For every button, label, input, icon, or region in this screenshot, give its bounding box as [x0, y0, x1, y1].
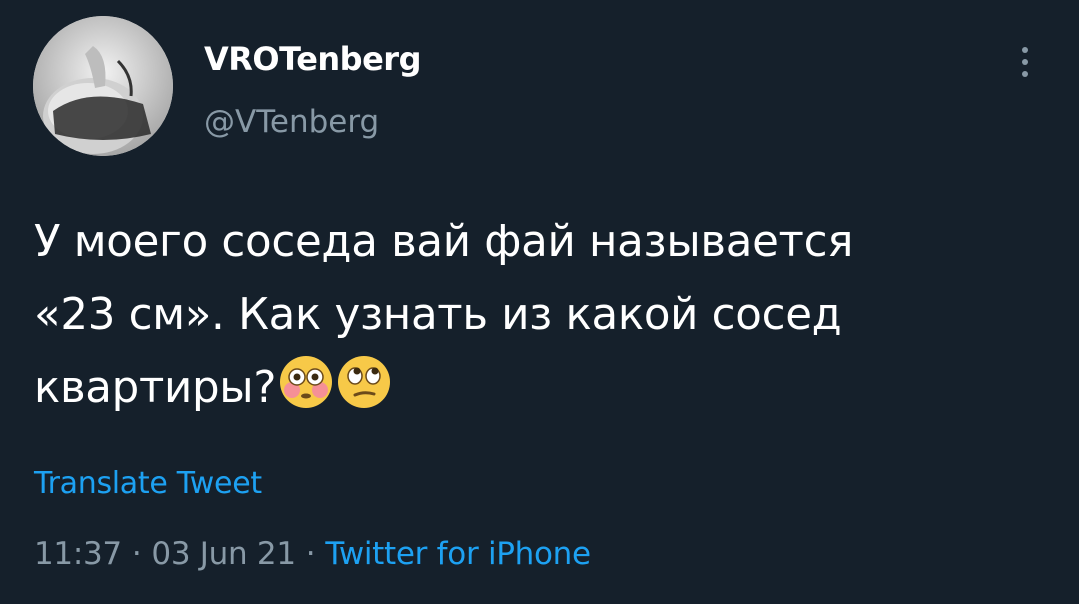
more-dot-icon [1022, 47, 1028, 53]
tweet-text: У моего соседа вай фай называется «23 см… [34, 206, 1044, 425]
tweet-text-line: У моего соседа вай фай называется [34, 217, 854, 267]
face-with-rolling-eyes-emoji-icon [336, 354, 392, 410]
more-dot-icon [1022, 59, 1028, 65]
more-options-button[interactable] [1010, 42, 1040, 82]
more-dot-icon [1022, 71, 1028, 77]
tweet-text-segment: квартиры? [34, 363, 277, 413]
meta-separator: · [305, 536, 316, 572]
translate-tweet-link[interactable]: Translate Tweet [34, 466, 262, 501]
flushed-face-emoji-icon [278, 354, 334, 410]
display-name[interactable]: VROTenberg [204, 40, 421, 78]
tweet-meta: 11:37 · 03 Jun 21 · Twitter for iPhone [34, 536, 591, 572]
avatar[interactable] [33, 16, 173, 156]
tweet-text-line: «23 см». Как узнать из какой сосед [34, 290, 842, 340]
meta-separator: · [131, 536, 142, 572]
tweet-text-line-last: квартиры? [34, 352, 1044, 425]
user-handle[interactable]: @VTenberg [204, 104, 379, 140]
tweet-time: 11:37 [34, 536, 122, 572]
tweet-date: 03 Jun 21 [151, 536, 296, 572]
tweet-source-link[interactable]: Twitter for iPhone [325, 536, 591, 572]
tweet-detail: VROTenberg @VTenberg У моего соседа вай … [0, 0, 1079, 604]
